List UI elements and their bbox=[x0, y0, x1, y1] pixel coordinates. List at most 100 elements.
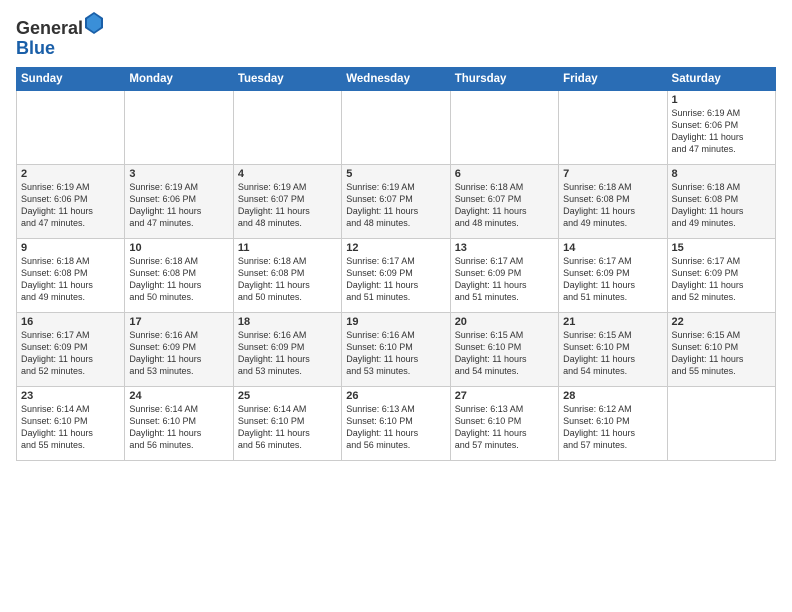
calendar-cell: 14Sunrise: 6:17 AM Sunset: 6:09 PM Dayli… bbox=[559, 238, 667, 312]
day-number: 18 bbox=[238, 316, 337, 328]
day-number: 24 bbox=[129, 390, 228, 402]
calendar-week-3: 9 Sunrise: 6:18 AM Sunset: 6:08 PM Daylig… bbox=[17, 238, 776, 312]
day-number: 3 bbox=[129, 168, 228, 180]
day-number: 2 bbox=[21, 168, 120, 180]
calendar-cell: 26Sunrise: 6:13 AM Sunset: 6:10 PM Dayli… bbox=[342, 386, 450, 460]
calendar-cell: 24Sunrise: 6:14 AM Sunset: 6:10 PM Dayli… bbox=[125, 386, 233, 460]
calendar-weekday-sunday: Sunday bbox=[17, 67, 125, 90]
calendar-cell: 17Sunrise: 6:16 AM Sunset: 6:09 PM Dayli… bbox=[125, 312, 233, 386]
day-info: Sunrise: 6:14 AM Sunset: 6:10 PM Dayligh… bbox=[21, 403, 120, 452]
calendar-cell bbox=[233, 90, 341, 164]
day-number: 4 bbox=[238, 168, 337, 180]
calendar-cell bbox=[125, 90, 233, 164]
day-info: Sunrise: 6:17 AM Sunset: 6:09 PM Dayligh… bbox=[455, 255, 554, 304]
calendar-weekday-tuesday: Tuesday bbox=[233, 67, 341, 90]
calendar-cell: 22Sunrise: 6:15 AM Sunset: 6:10 PM Dayli… bbox=[667, 312, 775, 386]
logo-general-text: General bbox=[16, 18, 83, 38]
day-info: Sunrise: 6:18 AM Sunset: 6:08 PM Dayligh… bbox=[129, 255, 228, 304]
day-info: Sunrise: 6:18 AM Sunset: 6:08 PM Dayligh… bbox=[563, 181, 662, 230]
day-number: 13 bbox=[455, 242, 554, 254]
calendar-cell: 15Sunrise: 6:17 AM Sunset: 6:09 PM Dayli… bbox=[667, 238, 775, 312]
logo: General Blue bbox=[16, 12, 103, 59]
day-number: 7 bbox=[563, 168, 662, 180]
calendar-cell: 10Sunrise: 6:18 AM Sunset: 6:08 PM Dayli… bbox=[125, 238, 233, 312]
day-info: Sunrise: 6:18 AM Sunset: 6:07 PM Dayligh… bbox=[455, 181, 554, 230]
calendar-cell: 7Sunrise: 6:18 AM Sunset: 6:08 PM Daylig… bbox=[559, 164, 667, 238]
calendar-cell bbox=[559, 90, 667, 164]
calendar-cell: 9Sunrise: 6:18 AM Sunset: 6:08 PM Daylig… bbox=[17, 238, 125, 312]
day-info: Sunrise: 6:15 AM Sunset: 6:10 PM Dayligh… bbox=[563, 329, 662, 378]
day-number: 6 bbox=[455, 168, 554, 180]
day-number: 21 bbox=[563, 316, 662, 328]
day-number: 28 bbox=[563, 390, 662, 402]
day-info: Sunrise: 6:19 AM Sunset: 6:06 PM Dayligh… bbox=[21, 181, 120, 230]
day-info: Sunrise: 6:17 AM Sunset: 6:09 PM Dayligh… bbox=[346, 255, 445, 304]
calendar-cell bbox=[450, 90, 558, 164]
day-info: Sunrise: 6:16 AM Sunset: 6:10 PM Dayligh… bbox=[346, 329, 445, 378]
calendar-cell: 12Sunrise: 6:17 AM Sunset: 6:09 PM Dayli… bbox=[342, 238, 450, 312]
day-number: 8 bbox=[672, 168, 771, 180]
day-number: 9 bbox=[21, 242, 120, 254]
day-number: 14 bbox=[563, 242, 662, 254]
day-number: 10 bbox=[129, 242, 228, 254]
day-number: 27 bbox=[455, 390, 554, 402]
day-info: Sunrise: 6:16 AM Sunset: 6:09 PM Dayligh… bbox=[238, 329, 337, 378]
day-info: Sunrise: 6:15 AM Sunset: 6:10 PM Dayligh… bbox=[455, 329, 554, 378]
logo-icon bbox=[85, 12, 103, 34]
day-number: 11 bbox=[238, 242, 337, 254]
calendar-header-row: SundayMondayTuesdayWednesdayThursdayFrid… bbox=[17, 67, 776, 90]
day-info: Sunrise: 6:19 AM Sunset: 6:06 PM Dayligh… bbox=[672, 107, 771, 156]
day-info: Sunrise: 6:19 AM Sunset: 6:06 PM Dayligh… bbox=[129, 181, 228, 230]
day-info: Sunrise: 6:19 AM Sunset: 6:07 PM Dayligh… bbox=[238, 181, 337, 230]
day-info: Sunrise: 6:14 AM Sunset: 6:10 PM Dayligh… bbox=[129, 403, 228, 452]
day-number: 20 bbox=[455, 316, 554, 328]
calendar-cell: 19Sunrise: 6:16 AM Sunset: 6:10 PM Dayli… bbox=[342, 312, 450, 386]
day-number: 19 bbox=[346, 316, 445, 328]
day-info: Sunrise: 6:15 AM Sunset: 6:10 PM Dayligh… bbox=[672, 329, 771, 378]
calendar-weekday-friday: Friday bbox=[559, 67, 667, 90]
logo-blue-text: Blue bbox=[16, 38, 55, 58]
calendar-cell: 8Sunrise: 6:18 AM Sunset: 6:08 PM Daylig… bbox=[667, 164, 775, 238]
calendar-week-5: 23Sunrise: 6:14 AM Sunset: 6:10 PM Dayli… bbox=[17, 386, 776, 460]
page: General Blue SundayMondayTuesdayWednesda… bbox=[0, 0, 792, 612]
day-number: 12 bbox=[346, 242, 445, 254]
day-info: Sunrise: 6:14 AM Sunset: 6:10 PM Dayligh… bbox=[238, 403, 337, 452]
day-info: Sunrise: 6:13 AM Sunset: 6:10 PM Dayligh… bbox=[455, 403, 554, 452]
calendar-cell: 5Sunrise: 6:19 AM Sunset: 6:07 PM Daylig… bbox=[342, 164, 450, 238]
calendar-weekday-wednesday: Wednesday bbox=[342, 67, 450, 90]
calendar-cell: 2Sunrise: 6:19 AM Sunset: 6:06 PM Daylig… bbox=[17, 164, 125, 238]
day-info: Sunrise: 6:16 AM Sunset: 6:09 PM Dayligh… bbox=[129, 329, 228, 378]
calendar-cell: 3Sunrise: 6:19 AM Sunset: 6:06 PM Daylig… bbox=[125, 164, 233, 238]
header: General Blue bbox=[16, 12, 776, 59]
calendar-week-4: 16Sunrise: 6:17 AM Sunset: 6:09 PM Dayli… bbox=[17, 312, 776, 386]
calendar-cell: 13Sunrise: 6:17 AM Sunset: 6:09 PM Dayli… bbox=[450, 238, 558, 312]
calendar-cell: 21Sunrise: 6:15 AM Sunset: 6:10 PM Dayli… bbox=[559, 312, 667, 386]
day-info: Sunrise: 6:13 AM Sunset: 6:10 PM Dayligh… bbox=[346, 403, 445, 452]
day-info: Sunrise: 6:18 AM Sunset: 6:08 PM Dayligh… bbox=[238, 255, 337, 304]
day-number: 26 bbox=[346, 390, 445, 402]
calendar-cell: 6Sunrise: 6:18 AM Sunset: 6:07 PM Daylig… bbox=[450, 164, 558, 238]
calendar-cell: 16Sunrise: 6:17 AM Sunset: 6:09 PM Dayli… bbox=[17, 312, 125, 386]
calendar-cell: 27Sunrise: 6:13 AM Sunset: 6:10 PM Dayli… bbox=[450, 386, 558, 460]
day-info: Sunrise: 6:18 AM Sunset: 6:08 PM Dayligh… bbox=[672, 181, 771, 230]
calendar-cell: 4Sunrise: 6:19 AM Sunset: 6:07 PM Daylig… bbox=[233, 164, 341, 238]
calendar-cell: 11Sunrise: 6:18 AM Sunset: 6:08 PM Dayli… bbox=[233, 238, 341, 312]
day-number: 16 bbox=[21, 316, 120, 328]
day-number: 25 bbox=[238, 390, 337, 402]
day-number: 22 bbox=[672, 316, 771, 328]
day-number: 23 bbox=[21, 390, 120, 402]
calendar-cell bbox=[342, 90, 450, 164]
day-info: Sunrise: 6:17 AM Sunset: 6:09 PM Dayligh… bbox=[672, 255, 771, 304]
day-info: Sunrise: 6:17 AM Sunset: 6:09 PM Dayligh… bbox=[563, 255, 662, 304]
day-info: Sunrise: 6:19 AM Sunset: 6:07 PM Dayligh… bbox=[346, 181, 445, 230]
day-info: Sunrise: 6:12 AM Sunset: 6:10 PM Dayligh… bbox=[563, 403, 662, 452]
calendar-cell: 1Sunrise: 6:19 AM Sunset: 6:06 PM Daylig… bbox=[667, 90, 775, 164]
calendar-week-1: 1Sunrise: 6:19 AM Sunset: 6:06 PM Daylig… bbox=[17, 90, 776, 164]
day-number: 17 bbox=[129, 316, 228, 328]
day-number: 1 bbox=[672, 94, 771, 106]
calendar-weekday-monday: Monday bbox=[125, 67, 233, 90]
calendar-weekday-thursday: Thursday bbox=[450, 67, 558, 90]
day-info: Sunrise: 6:17 AM Sunset: 6:09 PM Dayligh… bbox=[21, 329, 120, 378]
calendar-week-2: 2Sunrise: 6:19 AM Sunset: 6:06 PM Daylig… bbox=[17, 164, 776, 238]
calendar-cell: 25Sunrise: 6:14 AM Sunset: 6:10 PM Dayli… bbox=[233, 386, 341, 460]
